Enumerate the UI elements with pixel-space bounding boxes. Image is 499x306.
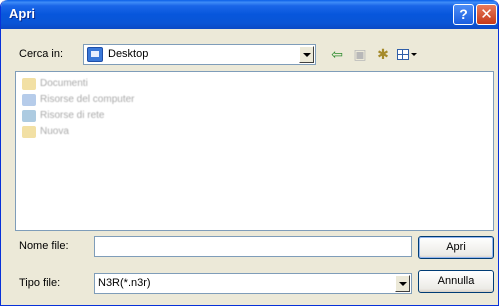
list-item-label: Documenti — [40, 78, 88, 89]
close-icon: ✕ — [480, 6, 493, 23]
chevron-down-icon[interactable] — [299, 46, 314, 63]
look-in-label: Cerca in: — [19, 48, 64, 60]
filename-field[interactable] — [94, 236, 412, 257]
file-list[interactable]: Documenti Risorse del computer Risorse d… — [15, 71, 494, 231]
list-item-label: Nuova — [40, 126, 69, 137]
filetype-value: N3R(*.n3r) — [98, 277, 151, 289]
folder-icon — [22, 78, 36, 90]
help-icon: ? — [459, 6, 468, 22]
open-button-label: Apri — [446, 241, 466, 253]
look-in-dropdown[interactable]: Desktop — [83, 44, 316, 65]
new-folder-icon: ✱ — [377, 46, 389, 62]
desktop-icon — [87, 47, 103, 62]
close-button[interactable]: ✕ — [476, 4, 497, 25]
list-item-label: Risorse di rete — [40, 110, 105, 121]
look-in-value: Desktop — [108, 48, 149, 60]
network-icon — [22, 110, 36, 122]
chevron-down-icon — [411, 53, 417, 56]
title-bar[interactable]: Apri ? ✕ — [1, 0, 498, 29]
back-button[interactable]: ⇦ — [327, 46, 347, 64]
new-folder-button[interactable]: ✱ — [373, 46, 393, 64]
cancel-button-label: Annulla — [437, 275, 475, 287]
chevron-down-icon[interactable] — [395, 275, 410, 292]
view-menu-icon — [397, 49, 409, 60]
filename-label: Nome file: — [19, 240, 69, 252]
view-menu-button[interactable] — [394, 46, 417, 64]
back-arrow-icon: ⇦ — [331, 46, 343, 62]
computer-icon — [22, 94, 36, 106]
open-dialog: Apri ? ✕ Cerca in: Desktop ⇦ ▣ ✱ Documen… — [0, 0, 499, 306]
folder-icon — [22, 126, 36, 138]
up-folder-icon: ▣ — [353, 46, 367, 62]
cancel-button[interactable]: Annulla — [418, 270, 494, 293]
list-item-label: Risorse del computer — [40, 94, 135, 105]
filetype-dropdown[interactable]: N3R(*.n3r) — [94, 273, 412, 294]
open-button[interactable]: Apri — [418, 236, 494, 259]
dialog-title: Apri — [9, 6, 35, 21]
up-folder-button[interactable]: ▣ — [350, 46, 370, 64]
help-button[interactable]: ? — [453, 4, 474, 25]
filetype-label: Tipo file: — [19, 277, 61, 289]
